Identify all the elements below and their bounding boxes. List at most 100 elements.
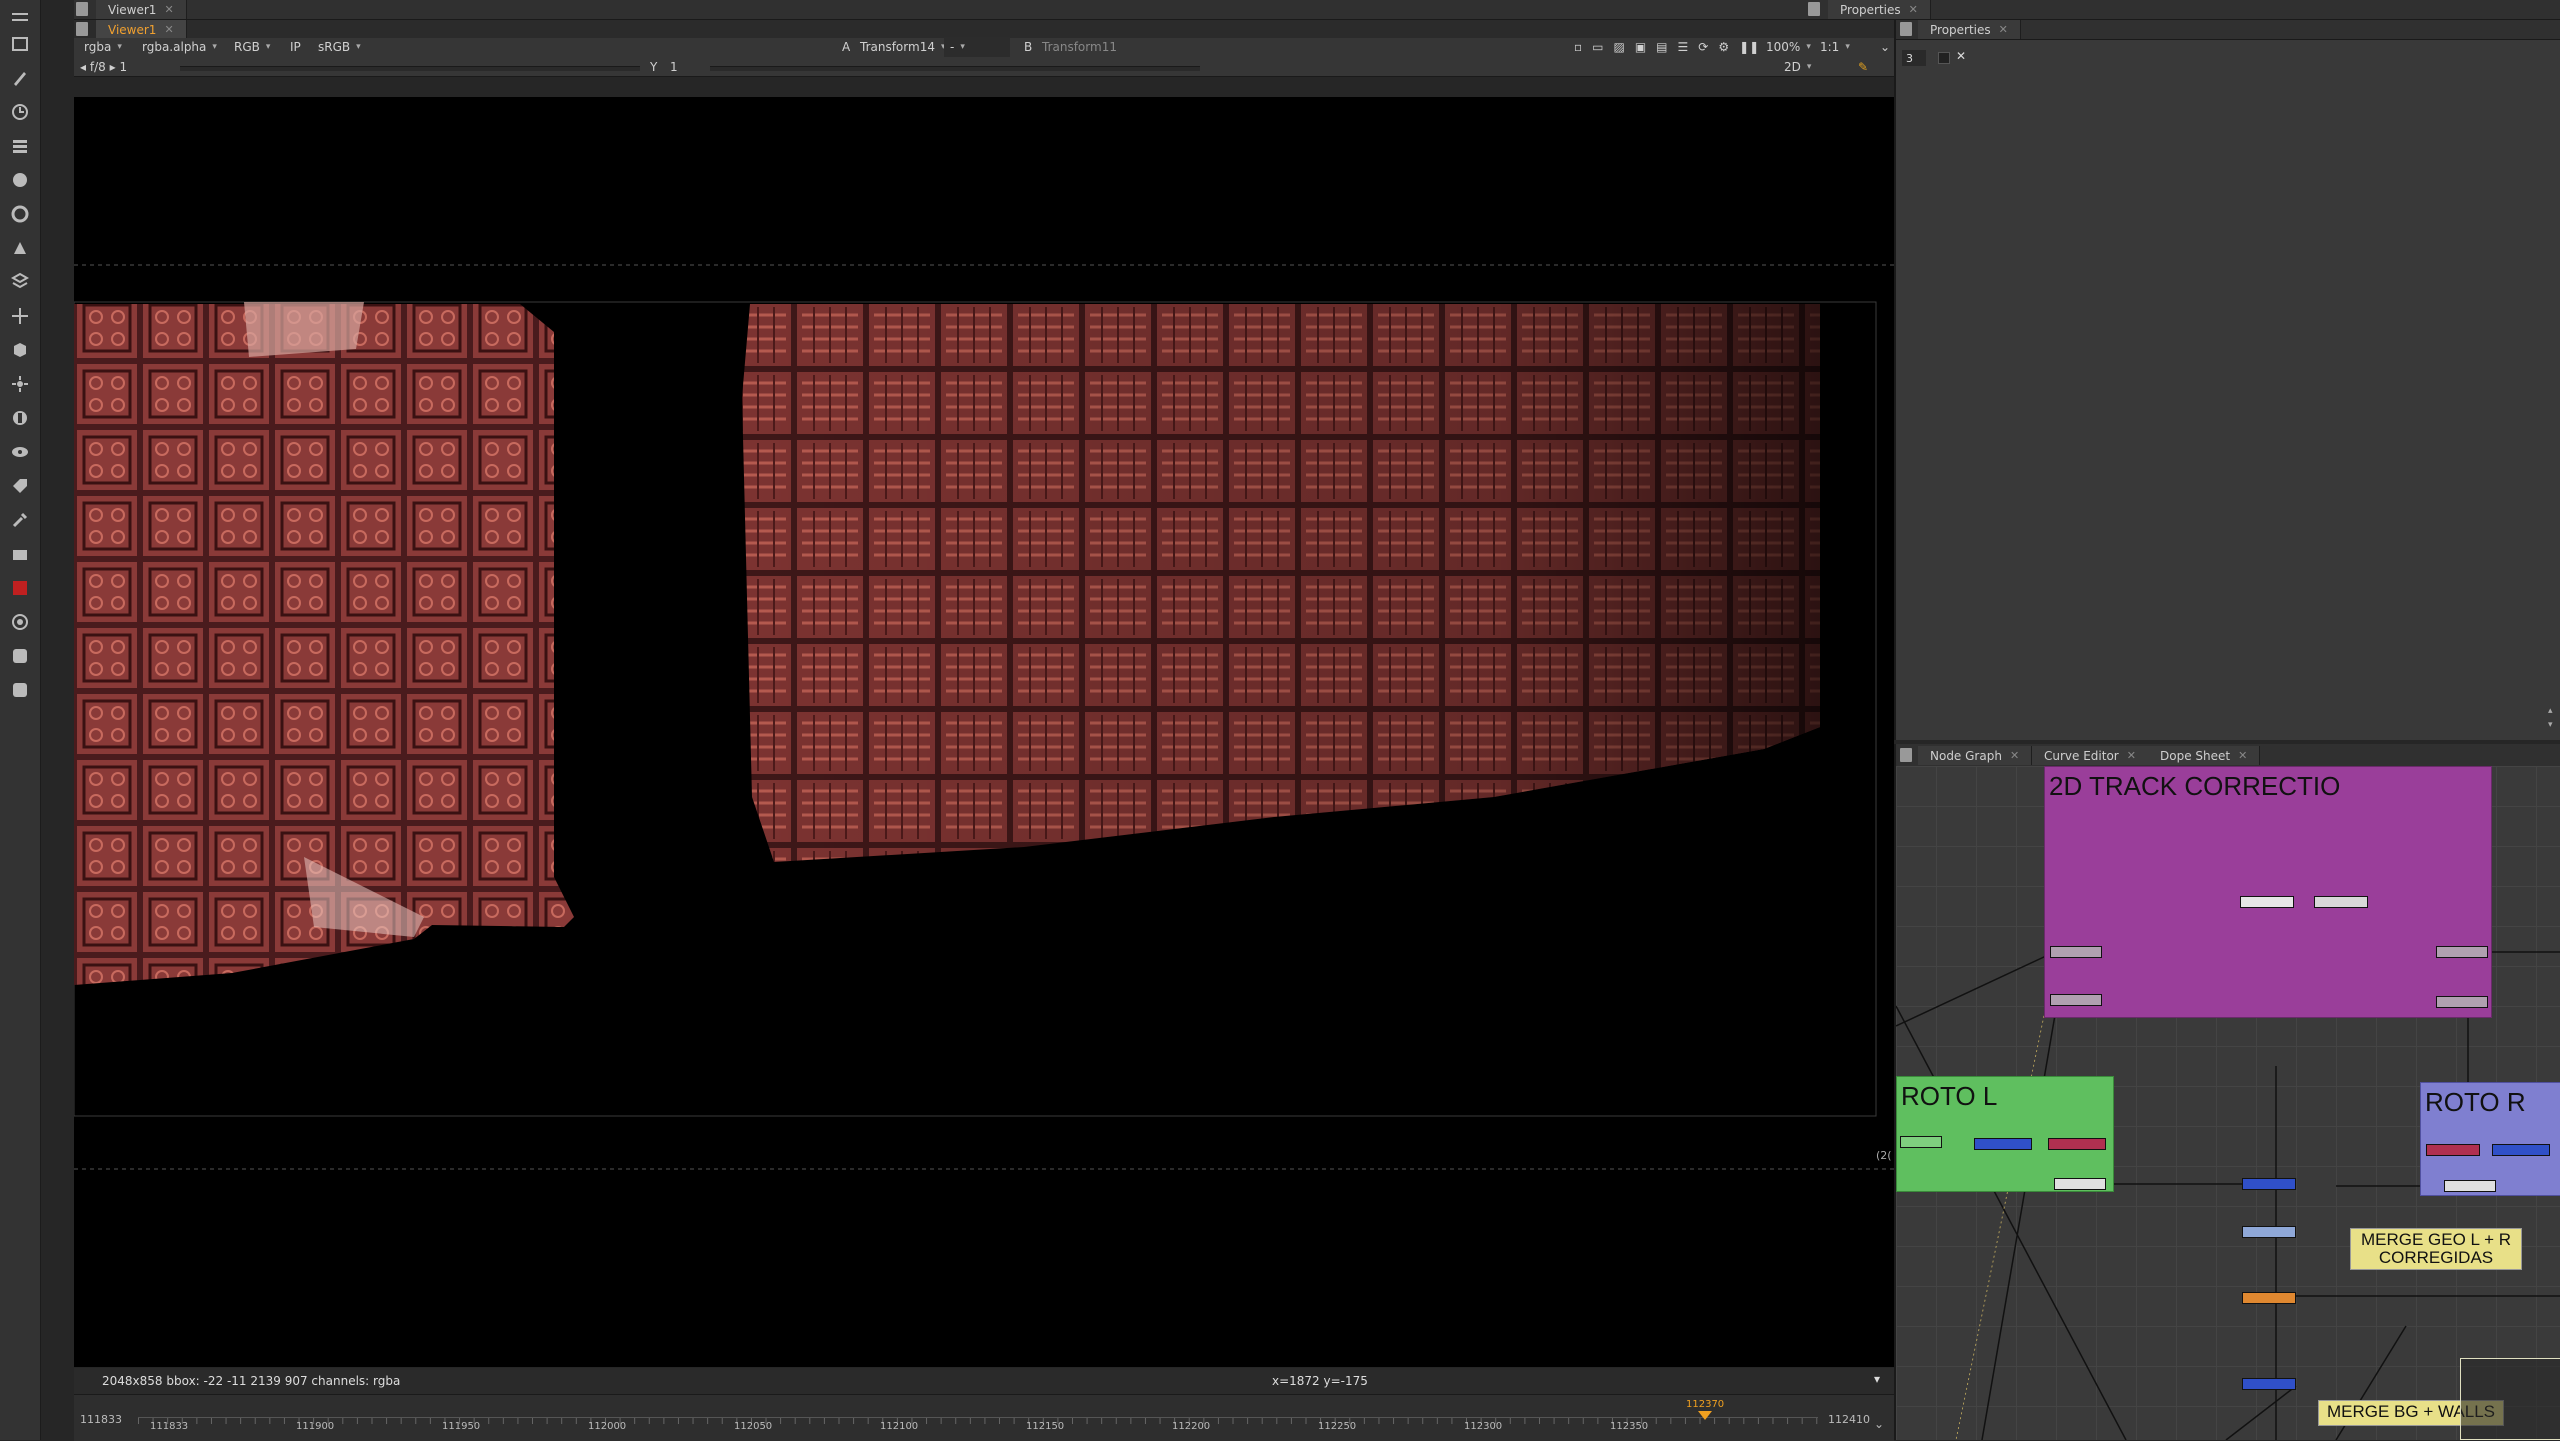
ofx-icon[interactable] <box>8 610 32 634</box>
merge-node[interactable] <box>1974 1138 2032 1150</box>
transform-node[interactable] <box>2436 996 2488 1008</box>
backdrop-roto-r[interactable]: ROTO R <box>2420 1082 2560 1196</box>
transform-node[interactable] <box>2050 946 2102 958</box>
roi-icon[interactable]: ▫ <box>1574 40 1582 54</box>
status-arrow-icon[interactable]: ▾ <box>1874 1372 1880 1386</box>
premult-node[interactable] <box>2054 1178 2106 1190</box>
pane-grip-icon[interactable] <box>1900 748 1912 762</box>
proxy-dropdown[interactable]: 1:1 <box>1820 37 1850 57</box>
prev-icon[interactable]: ◂ <box>80 60 86 74</box>
scroll-up-icon[interactable]: ▴ <box>2548 706 2553 716</box>
start-frame[interactable]: 111833 <box>80 1413 122 1426</box>
backdrop-2d-track[interactable]: 2D TRACK CORRECTIO <box>2044 766 2492 1018</box>
display-mode-dropdown[interactable]: RGB <box>234 37 270 57</box>
deep-icon[interactable] <box>8 406 32 430</box>
gamma-value[interactable]: 1 <box>670 57 678 77</box>
transform-node[interactable] <box>2436 946 2488 958</box>
input-a-dropdown[interactable]: Transform14 <box>860 37 946 57</box>
shuffle-node[interactable] <box>2426 1144 2480 1156</box>
time-icon[interactable] <box>8 100 32 124</box>
particles-icon[interactable] <box>8 372 32 396</box>
3d-icon[interactable] <box>8 338 32 362</box>
clear-panels-icon[interactable]: ✕ <box>1956 49 1966 63</box>
alpha-channel-dropdown[interactable]: rgba.alpha <box>142 37 217 57</box>
ip-toggle[interactable]: IP <box>290 37 301 57</box>
timeline[interactable]: 111833 112410 111833 111900 111950 112000 11… <box>74 1394 1894 1441</box>
plugin-a-icon[interactable] <box>8 644 32 668</box>
expand-icon[interactable]: ⌄ <box>1880 37 1890 57</box>
backdrop-roto-l[interactable]: ROTO L <box>1896 1076 2114 1192</box>
keyer-icon[interactable] <box>8 236 32 260</box>
pane-grip-icon[interactable] <box>1900 22 1912 36</box>
gamma-slider[interactable] <box>710 66 1200 71</box>
lines-icon[interactable]: ☰ <box>1678 40 1689 54</box>
merge-node[interactable] <box>2242 1378 2296 1390</box>
color-icon[interactable] <box>8 168 32 192</box>
pane-grip-icon[interactable] <box>1808 2 1820 16</box>
lut-icon[interactable]: ▤ <box>1656 40 1667 54</box>
image-menu-icon[interactable] <box>8 32 32 56</box>
refresh-icon[interactable]: ⟳ <box>1698 40 1708 54</box>
draw-icon[interactable] <box>8 66 32 90</box>
pane-grip-icon[interactable] <box>76 2 88 16</box>
merge-icon[interactable] <box>8 270 32 294</box>
close-icon[interactable]: ✕ <box>2127 749 2136 762</box>
viewer-viewport[interactable]: (2( <box>74 97 1894 1367</box>
premult-node[interactable] <box>2444 1180 2496 1192</box>
timeline-ruler[interactable] <box>138 1417 1818 1424</box>
pencil-icon[interactable]: ✎ <box>1858 57 1868 77</box>
next-icon[interactable]: ▸ <box>110 60 116 74</box>
tracker-node[interactable] <box>2240 896 2294 908</box>
close-icon[interactable]: ✕ <box>2010 749 2019 762</box>
playhead-marker-icon[interactable] <box>1698 1411 1712 1420</box>
wipe-mode-dropdown[interactable]: - <box>944 37 1010 57</box>
plugin-b-icon[interactable] <box>8 678 32 702</box>
close-icon[interactable]: ✕ <box>1909 3 1918 16</box>
timeline-menu-icon[interactable]: ⌄ <box>1874 1417 1884 1431</box>
lock-icon[interactable] <box>1938 52 1950 64</box>
scroll-down-icon[interactable]: ▾ <box>2548 720 2553 730</box>
view-mode-dropdown[interactable]: 2D <box>1784 57 1811 77</box>
node-graph-navigator[interactable] <box>2460 1358 2560 1440</box>
fstop-control[interactable]: ◂ f/8 ▸ 1 <box>80 57 127 77</box>
transform-node[interactable] <box>2050 994 2102 1006</box>
zoom-dropdown[interactable]: 100% <box>1766 37 1811 57</box>
gear-icon[interactable]: ⚙ <box>1718 40 1729 54</box>
wipe-icon[interactable]: ▨ <box>1613 40 1624 54</box>
transform-icon[interactable] <box>8 304 32 328</box>
max-panels-field[interactable]: 3 <box>1902 50 1926 66</box>
tab-dope-sheet[interactable]: Dope Sheet ✕ <box>2148 746 2261 765</box>
tab-curve-editor[interactable]: Curve Editor ✕ <box>2032 746 2149 765</box>
tab-properties-bin[interactable]: Properties ✕ <box>1918 20 2021 39</box>
tab-node-graph[interactable]: Node Graph ✕ <box>1918 746 2033 765</box>
safe-area-icon[interactable]: ▣ <box>1635 40 1646 54</box>
other-icon[interactable] <box>8 542 32 566</box>
pane-grip-icon[interactable] <box>76 22 88 36</box>
toolsets-icon[interactable] <box>8 508 32 532</box>
scanline-render-node[interactable] <box>2242 1292 2296 1304</box>
overlay-icon[interactable]: ▭ <box>1592 40 1603 54</box>
menu-icon[interactable] <box>8 6 32 30</box>
grade-node[interactable] <box>2242 1226 2296 1238</box>
channels-dropdown[interactable]: rgba <box>84 37 122 57</box>
roto-node[interactable] <box>1900 1136 1942 1148</box>
filter-icon[interactable] <box>8 202 32 226</box>
end-frame[interactable]: 112410 <box>1828 1413 1870 1426</box>
tracker-node[interactable] <box>2314 896 2368 908</box>
merge-node[interactable] <box>2492 1144 2550 1156</box>
gain-slider[interactable] <box>180 66 640 71</box>
pause-icon[interactable]: ❚❚ <box>1739 40 1759 54</box>
close-icon[interactable]: ✕ <box>164 23 173 36</box>
tab-viewer1[interactable]: Viewer1 ✕ <box>96 0 187 19</box>
metadata-icon[interactable] <box>8 474 32 498</box>
sticky-merge-geo[interactable]: MERGE GEO L + R CORREGIDAS <box>2350 1228 2522 1270</box>
node-graph-canvas[interactable]: 2D TRACK CORRECTIO ROTO L ROTO R MERGE G… <box>1894 766 2560 1440</box>
close-icon[interactable]: ✕ <box>1999 23 2008 36</box>
shuffle-node[interactable] <box>2048 1138 2106 1150</box>
input-b-dropdown[interactable]: Transform11 <box>1042 37 1117 57</box>
views-icon[interactable] <box>8 440 32 464</box>
close-icon[interactable]: ✕ <box>164 3 173 16</box>
furnace-icon[interactable] <box>8 576 32 600</box>
tab-properties[interactable]: Properties ✕ <box>1828 0 1931 19</box>
merge-node[interactable] <box>2242 1178 2296 1190</box>
